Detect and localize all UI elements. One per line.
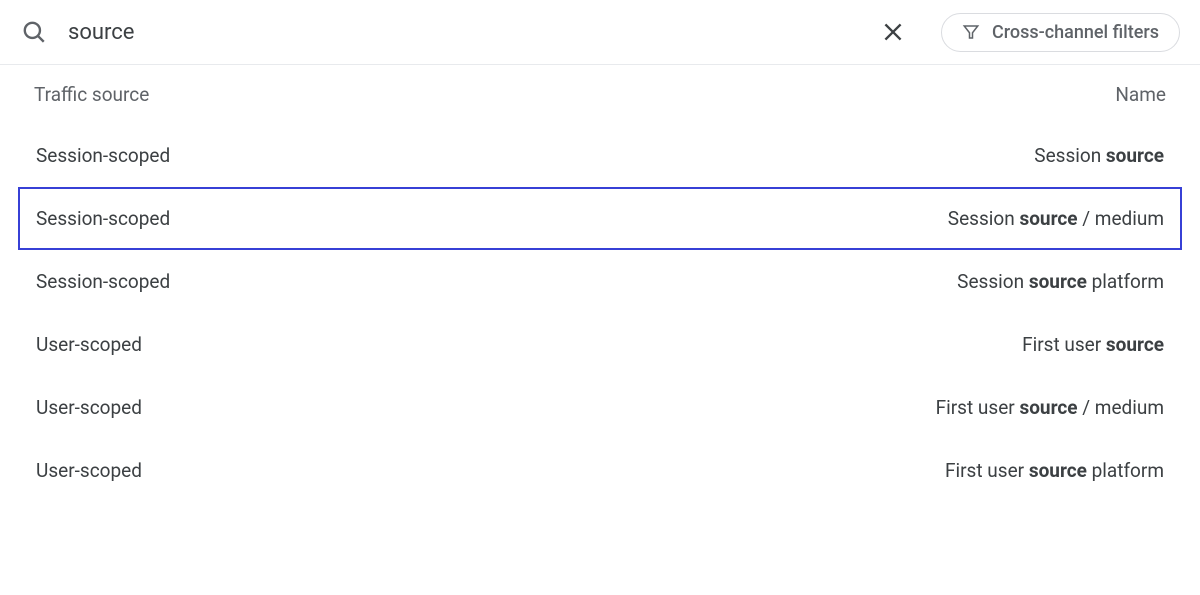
filter-chip-label: Cross-channel filters (992, 22, 1159, 43)
list-item-name: Session source (1034, 144, 1164, 167)
list-item-name: First user source (1022, 333, 1164, 356)
list-item[interactable]: User-scoped First user source / medium (18, 376, 1182, 439)
list-item-name: Session source / medium (948, 207, 1164, 230)
dimension-list: Session-scopedSession sourceSession-scop… (0, 124, 1200, 502)
cross-channel-filters-button[interactable]: Cross-channel filters (941, 13, 1180, 52)
column-header-row: Traffic source Name (0, 65, 1200, 124)
list-item-scope: User-scoped (36, 396, 142, 419)
list-item[interactable]: Session-scoped Session source (18, 124, 1182, 187)
list-item-name: First user source / medium (936, 396, 1164, 419)
list-item[interactable]: Session-scoped Session source platform (18, 250, 1182, 313)
search-bar: Cross-channel filters (0, 0, 1200, 65)
list-item[interactable]: Session-scoped Session source / medium (18, 187, 1182, 250)
column-header-name: Name (1115, 83, 1166, 106)
list-item-scope: User-scoped (36, 459, 142, 482)
list-item[interactable]: User-scoped First user source platform (18, 439, 1182, 502)
search-icon (20, 18, 48, 46)
list-item-name: First user source platform (945, 459, 1164, 482)
column-header-scope: Traffic source (34, 83, 149, 106)
filter-icon (962, 23, 980, 41)
list-item[interactable]: User-scoped First user source (18, 313, 1182, 376)
list-item-scope: Session-scoped (36, 270, 170, 293)
search-input[interactable] (68, 20, 853, 45)
clear-search-button[interactable] (873, 12, 913, 52)
list-item-scope: Session-scoped (36, 207, 170, 230)
list-item-scope: User-scoped (36, 333, 142, 356)
list-item-name: Session source platform (957, 270, 1164, 293)
list-item-scope: Session-scoped (36, 144, 170, 167)
